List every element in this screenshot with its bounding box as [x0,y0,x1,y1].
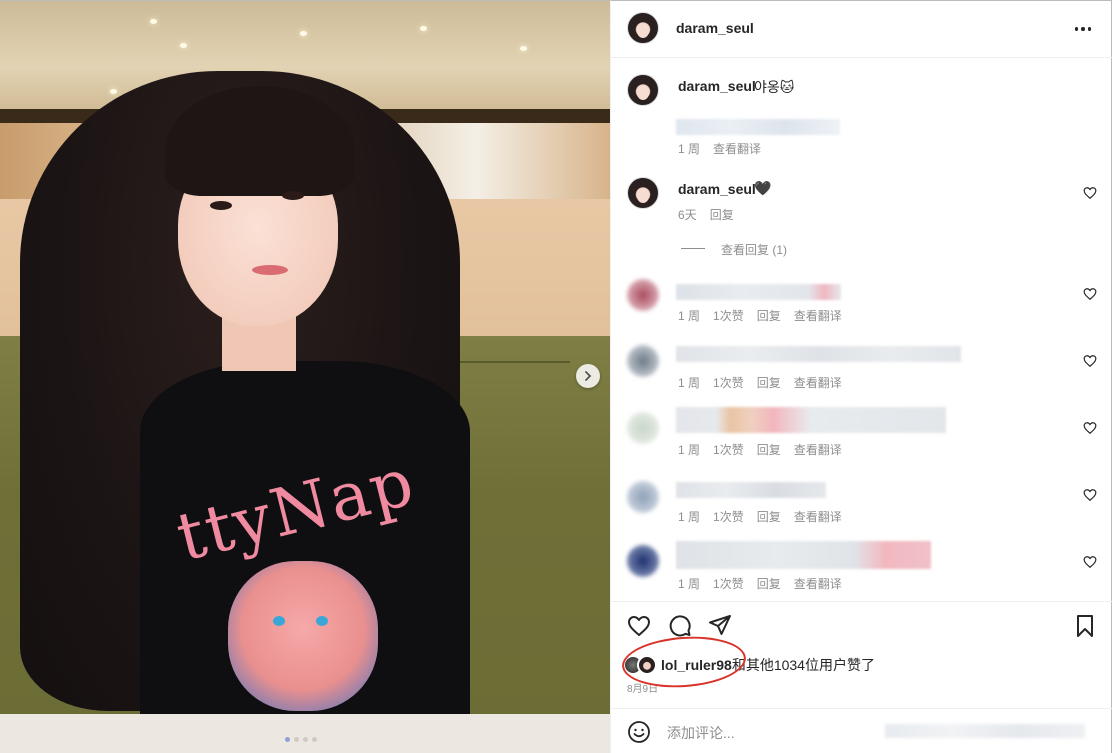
composer-blurred-area [885,724,1085,738]
view-replies-link[interactable]: 查看回复 (1) [721,241,787,258]
comment-avatar[interactable] [627,279,659,311]
comment-reply-link[interactable]: 回复 [757,508,781,525]
caption-translate-link[interactable]: 查看翻译 [713,140,761,157]
bookmark-icon[interactable] [1073,614,1097,638]
heart-icon[interactable] [1083,555,1097,569]
comment-translate-link[interactable]: 查看翻译 [794,307,842,324]
cat-eye [273,616,285,626]
comment-icon[interactable] [668,614,692,638]
carousel-dot [294,737,299,742]
comment-reply-link[interactable]: 回复 [757,575,781,592]
photo-light [520,46,527,51]
carousel-dot [285,737,290,742]
comment-meta: 1 周 1次赞 回复 查看翻译 [678,508,842,525]
more-icon[interactable] [1073,19,1093,39]
comment-meta: 6天 回复 [678,206,734,223]
photo-table [0,714,610,753]
comment-translate-link[interactable]: 查看翻译 [794,508,842,525]
comment-meta: 1 周 1次赞 回复 查看翻译 [678,307,842,324]
comment-text: 🖤 [754,180,772,196]
comment-time: 1 周 [678,309,701,323]
caption-time: 1 周 [678,142,701,156]
heart-icon[interactable] [1083,354,1097,368]
heart-icon[interactable] [627,614,651,638]
cat-eye [316,616,328,626]
comment-avatar[interactable] [627,177,659,209]
caption-text: 야옹🐱 [754,79,795,95]
comment-username[interactable]: daram_seul [678,181,756,197]
comment-composer: 添加评论... [611,708,1112,753]
post-photo[interactable]: ttyNap [0,0,610,753]
heart-icon[interactable] [1083,421,1097,435]
photo-light [300,31,307,36]
caption-blurred-text [676,119,840,135]
author-avatar[interactable] [627,12,659,44]
comment-likes[interactable]: 1次赞 [713,307,744,324]
comment-likes[interactable]: 1次赞 [713,441,744,458]
comment-likes[interactable]: 1次赞 [713,508,744,525]
caption-avatar[interactable] [627,74,659,106]
comment-translate-link[interactable]: 查看翻译 [794,441,842,458]
heart-icon[interactable] [1083,186,1097,200]
post-header: daram_seul [611,1,1112,58]
carousel-dot [303,737,308,742]
comment-reply-link[interactable]: 回复 [757,374,781,391]
comment-time: 6天 [678,208,697,222]
photo-light [150,19,157,24]
comment-avatar[interactable] [627,481,659,513]
likes-count[interactable]: 和其他1034位用户赞了 [732,657,875,673]
caption-username[interactable]: daram_seul [678,78,756,94]
photo-shirt-cat [228,561,378,711]
photo-eye [282,191,304,200]
comment-reply-link[interactable]: 回复 [757,441,781,458]
comment-time: 1 周 [678,376,701,390]
carousel-next-button[interactable] [576,364,600,388]
comment-meta: 1 周 1次赞 回复 查看翻译 [678,374,842,391]
comment-blurred-text [676,482,826,498]
comment-avatar[interactable] [627,545,659,577]
comment-time: 1 周 [678,510,701,524]
comment-input[interactable]: 添加评论... [667,723,735,743]
comment-blurred-text [676,407,946,433]
photo-lips [252,265,288,275]
comment-time: 1 周 [678,443,701,457]
comment-reply-link[interactable]: 回复 [710,206,734,223]
photo-light [110,89,117,94]
author-username[interactable]: daram_seul [676,20,754,36]
emoji-icon[interactable] [627,720,651,744]
comment-avatar[interactable] [627,345,659,377]
comment-likes[interactable]: 1次赞 [713,575,744,592]
heart-icon[interactable] [1083,488,1097,502]
comment-meta: 1 周 1次赞 回复 查看翻译 [678,575,842,592]
comment-blurred-text [676,541,931,569]
share-icon[interactable] [708,613,732,637]
carousel-dots [285,737,317,742]
comment-time: 1 周 [678,577,701,591]
comment-avatar[interactable] [627,412,659,444]
comment-blurred-text [676,346,961,362]
comment-translate-link[interactable]: 查看翻译 [794,575,842,592]
comment-translate-link[interactable]: 查看翻译 [794,374,842,391]
comment-likes[interactable]: 1次赞 [713,374,744,391]
comment-blurred-text [676,284,841,300]
carousel-dot [312,737,317,742]
heart-icon[interactable] [1083,287,1097,301]
photo-light [420,26,427,31]
photo-eye [210,201,232,210]
next-icon [585,371,592,381]
view-replies-line [681,248,705,249]
photo-light [180,43,187,48]
comment-reply-link[interactable]: 回复 [757,307,781,324]
caption-meta: 1 周 查看翻译 [678,140,761,157]
comment-meta: 1 周 1次赞 回复 查看翻译 [678,441,842,458]
